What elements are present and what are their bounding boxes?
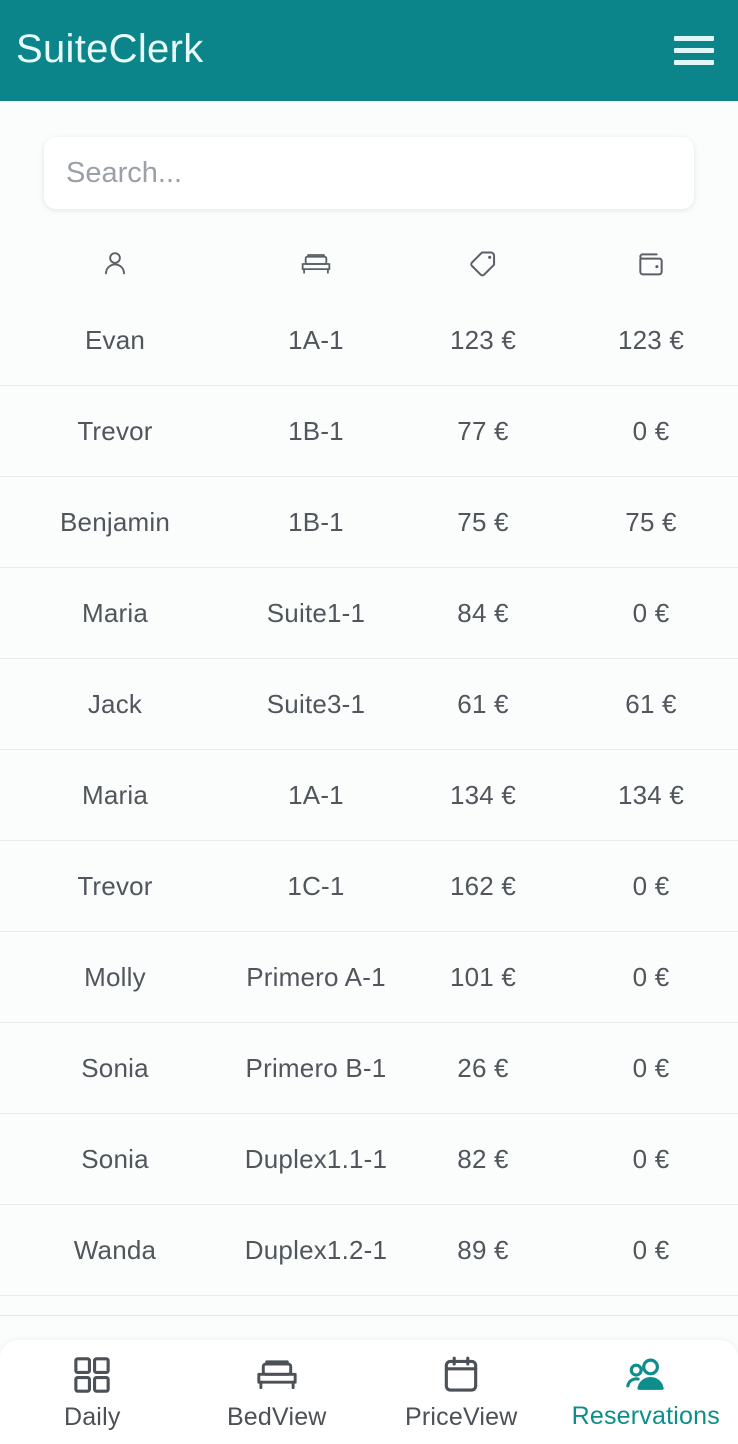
cell-price: 61 € [457, 688, 509, 719]
hamburger-menu-icon[interactable] [672, 34, 716, 68]
bottom-nav-divider [0, 1315, 738, 1316]
cell-paid: 0 € [632, 870, 670, 901]
people-icon [623, 1354, 669, 1396]
nav-label-daily: Daily [63, 1402, 121, 1431]
cell-price: 75 € [457, 506, 509, 537]
table-row[interactable]: Maria 1A-1 134 € 134 € [0, 750, 738, 841]
cell-price: 123 € [449, 324, 517, 355]
cell-name: Wanda [73, 1234, 157, 1265]
table-row[interactable]: Evan 1A-1 123 € 123 € [0, 295, 738, 386]
cell-room: Duplex1.1-1 [244, 1143, 388, 1174]
calendar-icon [439, 1353, 483, 1397]
table-row[interactable]: Jack Suite3-1 61 € 61 € [0, 659, 738, 750]
bottom-navigation: Daily BedView PriceView Reservations [0, 1340, 738, 1444]
table-row[interactable]: Maria Suite1-1 84 € 0 € [0, 568, 738, 659]
nav-label-priceview: PriceView [405, 1402, 518, 1431]
cell-paid: 61 € [625, 688, 677, 719]
table-row[interactable]: Trevor 1B-1 77 € 0 € [0, 386, 738, 477]
table-header-row [0, 233, 738, 295]
nav-item-priceview[interactable]: PriceView [369, 1353, 554, 1432]
cell-price: 134 € [449, 779, 517, 810]
cell-name: Benjamin [60, 506, 170, 537]
cell-name: Trevor [77, 870, 153, 901]
cell-name: Maria [81, 597, 148, 628]
search-section [0, 101, 738, 209]
cell-price: 82 € [457, 1143, 509, 1174]
cell-name: Sonia [81, 1052, 149, 1083]
cell-paid: 0 € [632, 1052, 670, 1083]
cell-paid: 0 € [632, 1143, 670, 1174]
grid-icon [70, 1353, 114, 1397]
cell-name: Trevor [77, 415, 153, 446]
nav-item-bedview[interactable]: BedView [185, 1353, 370, 1432]
cell-room: Duplex1.2-1 [244, 1234, 388, 1265]
cell-room: 1C-1 [287, 870, 345, 901]
cell-price: 89 € [457, 1234, 509, 1265]
page-title: SuiteClerk [16, 26, 204, 71]
table-row[interactable]: Sonia Duplex1.1-1 82 € 0 € [0, 1114, 738, 1205]
hamburger-bar-2 [674, 48, 714, 53]
cell-name: Maria [81, 779, 148, 810]
table-row[interactable]: Benjamin 1B-1 75 € 75 € [0, 477, 738, 568]
table-row[interactable]: Sonia Primero B-1 26 € 0 € [0, 1023, 738, 1114]
cell-paid: 0 € [632, 415, 670, 446]
cell-paid: 0 € [632, 597, 670, 628]
table-row[interactable]: Molly Primero A-1 101 € 0 € [0, 932, 738, 1023]
cell-name: Evan [84, 324, 146, 355]
cell-name: Molly [84, 961, 146, 992]
bed-icon [230, 249, 402, 279]
nav-item-daily[interactable]: Daily [0, 1353, 185, 1432]
cell-paid: 0 € [632, 961, 670, 992]
cell-room: 1B-1 [288, 415, 344, 446]
cell-price: 26 € [457, 1052, 509, 1083]
cell-room: 1A-1 [288, 324, 344, 355]
cell-room: Primero B-1 [245, 1052, 387, 1083]
cell-name: Jack [87, 688, 143, 719]
cell-price: 101 € [449, 961, 517, 992]
cell-paid: 134 € [617, 779, 685, 810]
cell-price: 77 € [457, 415, 509, 446]
cell-room: 1B-1 [288, 506, 344, 537]
cell-paid: 0 € [632, 1234, 670, 1265]
price-tag-icon [402, 248, 564, 280]
table-row[interactable]: Wanda Duplex1.2-1 89 € 0 € [0, 1205, 738, 1296]
cell-price: 162 € [449, 870, 517, 901]
nav-item-reservations[interactable]: Reservations [554, 1354, 738, 1431]
reservations-table: Evan 1A-1 123 € 123 € Trevor 1B-1 77 € 0 € Benja… [0, 233, 738, 1296]
person-icon [0, 248, 230, 280]
nav-label-bedview: BedView [226, 1402, 327, 1431]
page-content: Evan 1A-1 123 € 123 € Trevor 1B-1 77 € 0 € Benja… [0, 101, 738, 1444]
cell-room: 1A-1 [288, 779, 344, 810]
search-box[interactable] [44, 137, 694, 209]
table-body: Evan 1A-1 123 € 123 € Trevor 1B-1 77 € 0 € Benja… [0, 295, 738, 1296]
wallet-icon [564, 249, 738, 279]
cell-room: Primero A-1 [246, 961, 386, 992]
cell-paid: 123 € [617, 324, 685, 355]
cell-room: Suite1-1 [266, 597, 366, 628]
cell-name: Sonia [81, 1143, 149, 1174]
hamburger-bar-1 [674, 36, 714, 41]
cell-paid: 75 € [625, 506, 677, 537]
nav-label-reservations: Reservations [571, 1401, 720, 1430]
bed-icon [253, 1353, 301, 1397]
app-bar: SuiteClerk [0, 0, 738, 101]
cell-room: Suite3-1 [266, 688, 366, 719]
hamburger-bar-3 [674, 60, 714, 65]
cell-price: 84 € [457, 597, 509, 628]
table-row[interactable]: Trevor 1C-1 162 € 0 € [0, 841, 738, 932]
search-input[interactable] [66, 156, 672, 190]
